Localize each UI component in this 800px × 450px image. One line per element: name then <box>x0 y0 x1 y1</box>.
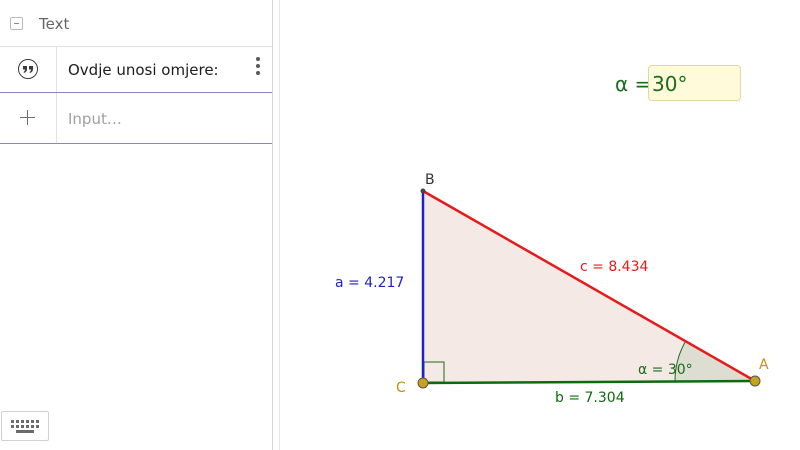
more-vertical-icon[interactable] <box>253 57 263 79</box>
keyboard-button[interactable] <box>1 411 49 441</box>
label-segment-a[interactable]: a = 4.217 <box>335 275 404 291</box>
point-A[interactable] <box>749 375 761 387</box>
keyboard-icon <box>11 420 39 433</box>
group-title: Text <box>39 15 70 33</box>
label-point-B[interactable]: B <box>425 172 435 188</box>
slider-alpha-label: α = <box>615 72 652 96</box>
algebra-input-field[interactable] <box>68 108 258 130</box>
input-marble-column <box>0 93 57 143</box>
text-item-content[interactable]: Ovdje unosi omjere: <box>68 61 219 79</box>
algebra-item-text[interactable]: Ovdje unosi omjere: <box>0 46 272 93</box>
collapse-icon[interactable] <box>10 17 23 30</box>
algebra-group-header[interactable]: Text <box>0 0 272 47</box>
quote-icon[interactable] <box>18 59 38 79</box>
label-point-C[interactable]: C <box>396 380 406 396</box>
label-point-A[interactable]: A <box>759 357 769 373</box>
plus-icon[interactable] <box>20 110 35 125</box>
label-segment-b[interactable]: b = 7.304 <box>555 390 625 406</box>
label-angle-alpha[interactable]: α = 30° <box>638 362 693 378</box>
point-B[interactable] <box>420 188 426 194</box>
algebra-view-divider[interactable] <box>272 0 273 450</box>
item-marble-column <box>0 46 57 92</box>
label-segment-c[interactable]: c = 8.434 <box>580 259 648 275</box>
algebra-view: Text Ovdje unosi omjere: <box>0 0 272 450</box>
slider-alpha-input[interactable]: 30° <box>648 65 741 101</box>
slider-alpha-value[interactable]: 30° <box>652 72 687 96</box>
point-C[interactable] <box>417 377 429 389</box>
algebra-input-row[interactable] <box>0 93 272 144</box>
